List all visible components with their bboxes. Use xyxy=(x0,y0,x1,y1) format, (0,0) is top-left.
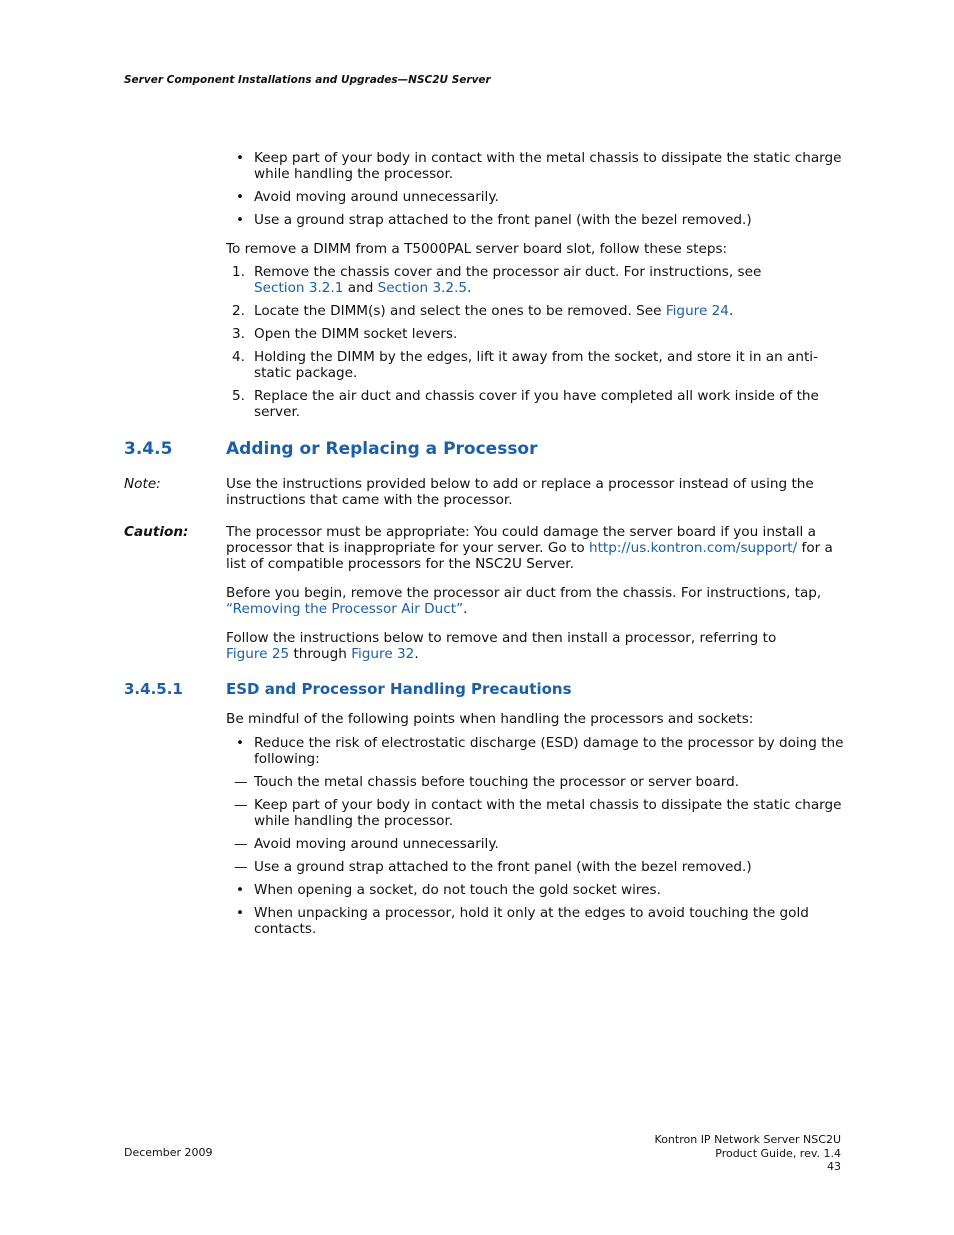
list-item: • Use a ground strap attached to the fron… xyxy=(236,212,752,228)
follow-paragraph: Follow the instructions below to remove … xyxy=(226,630,781,662)
esd-intro: Be mindful of the following points when … xyxy=(226,711,754,727)
removing-air-duct-link[interactable]: “Removing the Processor Air Duct” xyxy=(226,601,463,617)
esd-section: Be mindful of the following points when … xyxy=(226,711,846,944)
sub-list-item: — Touch the metal chassis before touching… xyxy=(234,774,740,790)
sub-list-item: — Avoid moving around unnecessarily. xyxy=(234,836,499,852)
list-item: • When unpacking a processor, hold it onl… xyxy=(236,905,809,937)
figure-32-link[interactable]: Figure 32 xyxy=(351,646,414,662)
footer-product: Kontron IP Network Server NSC2U xyxy=(654,1133,841,1146)
top-bullet-list: • Keep part of your body in contact with … xyxy=(226,150,846,235)
step-item: 1. Remove the chassis cover and the proce… xyxy=(232,264,762,296)
step-item: 4. Holding the DIMM by the edges, lift it… xyxy=(232,349,818,381)
figure-24-link[interactable]: Figure 24 xyxy=(666,303,729,319)
figure-25-link[interactable]: Figure 25 xyxy=(226,646,289,662)
caution-text: The processor must be appropriate: You c… xyxy=(226,524,833,572)
list-item: • Avoid moving around unnecessarily. xyxy=(236,189,499,205)
before-paragraph: Before you begin, remove the processor a… xyxy=(226,585,826,617)
section-3-2-5-link[interactable]: Section 3.2.5 xyxy=(378,280,467,296)
running-header: Server Component Installations and Upgra… xyxy=(124,74,491,86)
kontron-support-link[interactable]: http://us.kontron.com/support/ xyxy=(589,540,797,556)
step-item: 2. Locate the DIMM(s) and select the ones… xyxy=(232,303,734,319)
note-label: Note: xyxy=(124,476,161,492)
footer-date: December 2009 xyxy=(124,1146,213,1159)
sub-list-item: — Use a ground strap attached to the fron… xyxy=(234,859,752,875)
dimm-intro: To remove a DIMM from a T5000PAL server … xyxy=(226,241,728,257)
footer-right: Kontron IP Network Server NSC2U Product … xyxy=(655,1133,841,1174)
step-item: 3. Open the DIMM socket levers. xyxy=(232,326,458,342)
note-text: Use the instructions provided below to a… xyxy=(226,476,814,508)
list-item: • Keep part of your body in contact with … xyxy=(236,150,842,182)
step-item: 5. Replace the air duct and chassis cover… xyxy=(232,388,819,420)
dimm-removal: To remove a DIMM from a T5000PAL server … xyxy=(226,241,846,427)
sub-list-item: — Keep part of your body in contact with … xyxy=(234,797,842,829)
list-item: • Reduce the risk of electrostatic discha… xyxy=(236,735,844,767)
caution-label: Caution: xyxy=(124,524,189,540)
section-3-2-1-link[interactable]: Section 3.2.1 xyxy=(254,280,343,296)
page-number: 43 xyxy=(827,1160,841,1173)
footer-guide: Product Guide, rev. 1.4 xyxy=(715,1146,841,1160)
list-item: • When opening a socket, do not touch the… xyxy=(236,882,661,898)
